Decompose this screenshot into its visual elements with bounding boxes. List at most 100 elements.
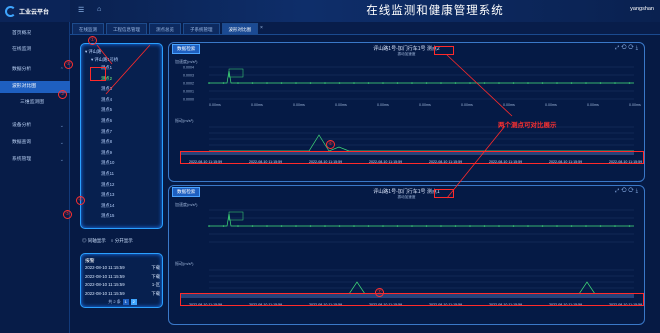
x-tick-label: 0.00ms — [209, 103, 221, 107]
data-point — [266, 82, 268, 84]
alarm-panel: 报警 2022-08-10 11:15:59 下载 2022-08-10 11:15… — [80, 253, 163, 308]
data-point — [440, 82, 442, 84]
data-point — [353, 82, 355, 84]
data-point — [382, 225, 384, 227]
pager: 共 2 条 1 2 — [81, 299, 164, 305]
alarm-row[interactable]: 2022-08-10 11:15:59 下载 — [85, 265, 160, 271]
sidebar: 首页概况 在线监测 数据分析 ⌃ 波形对比图 三维监测图 设备分析 ⌄ 数据查询 ⌄ … — [0, 22, 70, 333]
data-point — [556, 82, 558, 84]
tree-item-point[interactable]: 测点14 — [101, 203, 114, 209]
option-label: 同轴显示 — [87, 238, 106, 243]
data-point — [614, 225, 616, 227]
data-point — [237, 225, 239, 227]
sidebar-item-query[interactable]: 数据查询 ⌄ — [0, 137, 70, 149]
sidebar-item-system[interactable]: 系统管理 ⌄ — [0, 154, 70, 166]
data-point — [570, 225, 573, 227]
user-name[interactable]: yangshan — [630, 6, 654, 12]
tree-group[interactable]: ▾ 评山路1号桥 — [91, 57, 118, 63]
pager-total: 共 2 条 — [108, 299, 121, 304]
tab-project-info[interactable]: 工程信息管理 — [106, 23, 147, 34]
sidebar-item-analysis[interactable]: 数据分析 ⌃ — [0, 64, 70, 76]
alarm-action[interactable]: 下载 — [151, 291, 160, 297]
data-point — [454, 82, 457, 84]
data-point — [483, 225, 486, 227]
pager-page-1[interactable]: 1 — [122, 299, 129, 305]
annotation-box-tree — [90, 67, 106, 81]
sidebar-item-label: 数据分析 — [12, 67, 32, 72]
data-point — [382, 82, 384, 84]
data-point — [222, 82, 225, 84]
alarm-action[interactable]: 下载 — [151, 274, 160, 280]
tree-item-point[interactable]: 测点15 — [101, 213, 114, 219]
tab-close-icon[interactable]: × — [260, 25, 263, 31]
data-point — [527, 82, 529, 84]
data-point — [280, 225, 283, 227]
chevron-down-icon: ⌄ — [59, 123, 64, 129]
data-point — [570, 82, 573, 84]
sidebar-item-3d[interactable]: 三维监测图 — [0, 97, 70, 109]
data-point — [585, 82, 587, 84]
y-axis-label: 加速度(m/s²) — [175, 201, 198, 207]
top-bar: ☰ ⌂ 在线监测和健康管理系统 yangshan — [70, 0, 660, 22]
tree-item-point[interactable]: 测点6 — [101, 118, 112, 124]
alarm-row[interactable]: 2022-08-10 11:15:59 1-区 — [85, 282, 160, 288]
y-axis-label: 振动(m/s²) — [175, 117, 194, 123]
x-tick-label: 0.00ms — [461, 103, 473, 107]
data-point — [628, 82, 631, 84]
data-point — [599, 225, 602, 227]
tab-waveform-compare[interactable]: 波形对比图 — [221, 23, 258, 34]
annotation-4: ④ — [76, 196, 85, 205]
tree-item-point[interactable]: 测点10 — [101, 160, 114, 166]
tree-item-point[interactable]: 测点4 — [101, 97, 112, 103]
data-point — [324, 225, 326, 227]
sidebar-item-device[interactable]: 设备分析 ⌄ — [0, 120, 70, 132]
annotation-6: ⑥ — [326, 140, 335, 149]
data-point — [411, 82, 413, 84]
alarm-row[interactable]: 2022-08-10 11:15:59 下载 — [85, 291, 160, 297]
chevron-down-icon: ⌄ — [59, 157, 64, 163]
alarm-action[interactable]: 1-区 — [152, 282, 160, 288]
tree-item-point[interactable]: 测点11 — [101, 171, 114, 177]
data-point — [309, 82, 312, 84]
alarm-title: 报警 — [85, 259, 95, 264]
alarm-row[interactable]: 2022-08-10 11:15:59 下载 — [85, 274, 160, 280]
data-point — [454, 225, 457, 227]
tree-item-point[interactable]: 测点8 — [101, 139, 112, 145]
data-point — [367, 82, 370, 84]
tab-point-overview[interactable]: 测点总览 — [149, 23, 181, 34]
sidebar-item-label: 在线监测 — [12, 47, 32, 52]
x-tick-label: 0.00ms — [293, 103, 305, 107]
radio-separate[interactable]: ○ 分开显示 — [111, 238, 133, 244]
logo-icon — [5, 5, 16, 17]
logo-bar: 工业云平台 — [0, 0, 70, 22]
tree-item-point[interactable]: 测点5 — [101, 107, 112, 113]
tree-item-point[interactable]: 测点7 — [101, 129, 112, 135]
alarm-action[interactable]: 下载 — [151, 265, 160, 271]
data-point — [483, 82, 486, 84]
tree-root[interactable]: ▾ 评山路 — [85, 49, 101, 55]
pager-page-2[interactable]: 2 — [130, 299, 137, 305]
radio-same-axis[interactable]: ◎ 同轴显示 — [82, 238, 106, 244]
menu-icon[interactable]: ☰ — [78, 6, 84, 14]
data-point — [556, 225, 558, 227]
x-tick-label: 0.00ms — [335, 103, 347, 107]
sidebar-item-home[interactable]: 首页概况 — [0, 28, 70, 40]
x-tick-label: 0.00ms — [503, 103, 515, 107]
tree-item-point[interactable]: 测点12 — [101, 182, 114, 188]
data-point — [295, 82, 297, 84]
tree-item-point[interactable]: 测点9 — [101, 150, 112, 156]
data-point — [295, 225, 297, 227]
tree-item-point[interactable]: 测点13 — [101, 192, 114, 198]
display-option-row: ◎ 同轴显示 ○ 分开显示 — [82, 238, 133, 244]
sidebar-item-label: 首页概况 — [12, 31, 32, 36]
tree-root-label: 评山路 — [88, 49, 102, 54]
tab-subsystem[interactable]: 子系统管理 — [183, 23, 220, 34]
sidebar-item-online[interactable]: 在线监测 — [0, 44, 70, 56]
data-point — [396, 225, 399, 227]
home-icon[interactable]: ⌂ — [97, 6, 101, 13]
data-point — [628, 225, 631, 227]
data-point — [512, 225, 515, 227]
data-point — [614, 82, 616, 84]
tab-online-monitor[interactable]: 在线监测 — [72, 23, 104, 34]
tree-item-point[interactable]: 测点3 — [101, 86, 112, 92]
